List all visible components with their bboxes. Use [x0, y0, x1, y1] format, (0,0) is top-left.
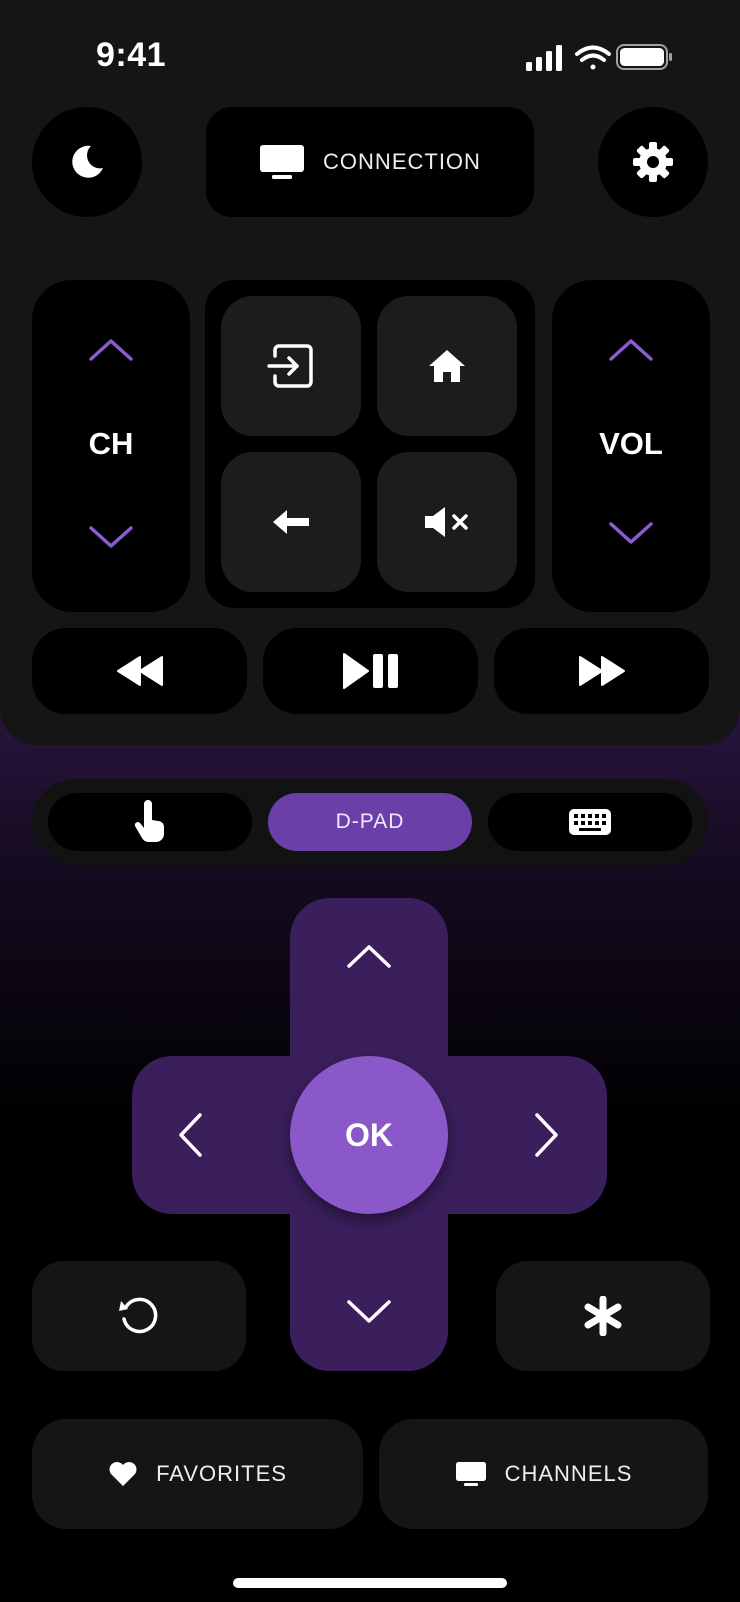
- moon-icon: [72, 145, 103, 178]
- channel-down-icon[interactable]: [87, 524, 135, 552]
- volume-down-icon[interactable]: [607, 520, 655, 548]
- dpad-left-button[interactable]: [150, 1056, 230, 1214]
- volume-label: VOL: [599, 426, 663, 461]
- fast-forward-button[interactable]: [494, 628, 709, 714]
- mute-button[interactable]: [377, 452, 517, 592]
- channels-label: CHANNELS: [504, 1461, 633, 1486]
- tv-icon: [455, 1462, 486, 1486]
- mute-icon: [425, 507, 468, 537]
- home-indicator[interactable]: [233, 1578, 507, 1588]
- dpad-mode-label: D-PAD: [335, 810, 405, 833]
- channels-button[interactable]: CHANNELS: [379, 1419, 708, 1529]
- ok-label: OK: [345, 1116, 393, 1153]
- rewind-icon: [116, 656, 163, 686]
- battery-icon: [616, 44, 672, 70]
- gear-icon: [633, 142, 673, 182]
- keyboard-icon: [569, 809, 611, 835]
- back-icon: [273, 510, 309, 534]
- connection-button[interactable]: CONNECTION: [206, 107, 534, 217]
- replay-button[interactable]: [32, 1261, 246, 1371]
- quick-buttons-grid: [205, 280, 535, 608]
- back-button[interactable]: [221, 452, 361, 592]
- tv-icon: [260, 145, 305, 179]
- ok-button[interactable]: OK: [290, 1056, 448, 1214]
- volume-up-icon[interactable]: [607, 335, 655, 363]
- status-time: 9:41: [96, 36, 167, 74]
- home-button[interactable]: [377, 296, 517, 436]
- heart-icon: [109, 1462, 137, 1486]
- channel-up-icon[interactable]: [87, 335, 135, 363]
- chevron-up-icon: [347, 945, 391, 968]
- keyboard-mode-button[interactable]: [488, 793, 692, 851]
- chevron-right-icon: [535, 1113, 558, 1157]
- sleep-button[interactable]: [32, 107, 142, 217]
- replay-icon: [119, 1297, 158, 1334]
- favorites-button[interactable]: FAVORITES: [32, 1419, 363, 1529]
- settings-button[interactable]: [598, 107, 708, 217]
- play-pause-button[interactable]: [263, 628, 478, 714]
- favorites-label: FAVORITES: [156, 1461, 287, 1486]
- wifi-icon: [575, 45, 611, 70]
- play-pause-icon: [342, 653, 398, 689]
- remote-top-panel: 9:41 CONNECTION CH VOL: [0, 0, 740, 745]
- fast-forward-icon: [578, 656, 625, 686]
- connection-label: CONNECTION: [323, 149, 481, 174]
- dpad-up-button[interactable]: [290, 916, 448, 996]
- touchpad-mode-button[interactable]: [48, 793, 252, 851]
- dpad-down-button[interactable]: [290, 1272, 448, 1352]
- home-icon: [429, 350, 465, 382]
- chevron-left-icon: [179, 1113, 202, 1157]
- input-button[interactable]: [221, 296, 361, 436]
- touch-icon: [134, 800, 164, 843]
- dpad-right-button[interactable]: [507, 1056, 587, 1214]
- mode-selector: D-PAD: [32, 779, 708, 865]
- channel-label: CH: [88, 426, 134, 461]
- input-icon: [267, 344, 313, 388]
- asterisk-icon: [584, 1296, 622, 1336]
- options-button[interactable]: [496, 1261, 710, 1371]
- status-icons: [526, 44, 672, 71]
- chevron-down-icon: [347, 1300, 391, 1323]
- rewind-button[interactable]: [32, 628, 247, 714]
- signal-icon: [526, 45, 562, 71]
- channel-rocker: CH: [32, 280, 190, 612]
- dpad-mode-button[interactable]: D-PAD: [268, 793, 472, 851]
- volume-rocker: VOL: [552, 280, 710, 612]
